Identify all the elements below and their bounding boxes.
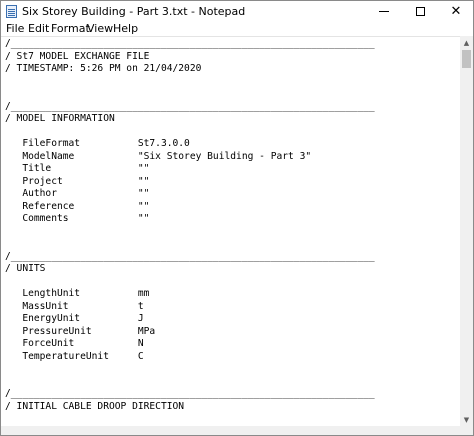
close-button[interactable]: ✕	[438, 1, 473, 22]
text-line	[5, 413, 457, 426]
title-bar[interactable]: Six Storey Building - Part 3.txt - Notep…	[1, 1, 473, 22]
text-line	[5, 88, 457, 101]
text-line: Project ""	[5, 175, 150, 187]
scroll-up-arrow-icon[interactable]: ▲	[460, 36, 473, 49]
close-icon: ✕	[450, 4, 462, 19]
text-line	[5, 126, 457, 139]
notepad-icon[interactable]	[6, 5, 17, 18]
text-line: / MODEL INFORMATION	[5, 113, 115, 124]
scroll-thumb[interactable]	[462, 50, 471, 68]
minimize-button[interactable]	[366, 1, 402, 22]
text-line: TemperatureUnit C	[5, 350, 144, 362]
text-line: Comments ""	[5, 213, 150, 224]
text-line	[5, 226, 457, 239]
text-line: / St7 MODEL EXCHANGE FILE	[5, 50, 150, 62]
text-line: / UNITS	[5, 263, 46, 274]
menu-edit[interactable]: Edit	[28, 22, 49, 35]
menu-bar: File Edit Format View Help	[1, 22, 473, 36]
text-line: Author ""	[5, 188, 150, 199]
maximize-button[interactable]	[402, 1, 438, 22]
menu-help[interactable]: Help	[113, 22, 138, 35]
text-line: PressureUnit MPa	[5, 325, 156, 337]
text-line: / INITIAL CABLE DROOP DIRECTION	[5, 400, 185, 412]
text-line: EnergyUnit J	[5, 313, 144, 324]
text-line: Reference ""	[5, 200, 150, 212]
window-title: Six Storey Building - Part 3.txt - Notep…	[22, 5, 246, 18]
menu-format[interactable]: Format	[51, 22, 90, 35]
text-line	[5, 76, 457, 89]
text-line	[5, 376, 457, 389]
text-line: MassUnit t	[5, 300, 144, 312]
text-line: FileFormat St7.3.0.0	[5, 138, 190, 149]
text-line: /_______________________________________…	[5, 38, 375, 49]
text-line: /_______________________________________…	[5, 250, 375, 262]
text-line	[5, 363, 457, 376]
notepad-window: Six Storey Building - Part 3.txt - Notep…	[0, 0, 474, 436]
document-text[interactable]: /_______________________________________…	[5, 38, 457, 426]
minimize-icon	[379, 11, 389, 12]
text-line: ModelName "Six Storey Building - Part 3"	[5, 150, 312, 162]
vertical-scrollbar[interactable]: ▲ ▼	[460, 36, 473, 426]
text-editor[interactable]: /_______________________________________…	[1, 36, 461, 426]
menu-view[interactable]: View	[87, 22, 113, 35]
bottom-edge	[1, 426, 473, 435]
text-line	[5, 238, 457, 251]
maximize-icon	[415, 7, 425, 16]
scroll-down-arrow-icon[interactable]: ▼	[460, 413, 473, 426]
text-line: / TIMESTAMP: 5:26 PM on 21/04/2020	[5, 63, 202, 74]
text-line: /_______________________________________…	[5, 388, 375, 399]
text-line: /_______________________________________…	[5, 100, 375, 112]
text-line: Title ""	[5, 163, 150, 174]
text-line	[5, 276, 457, 289]
menu-file[interactable]: File	[6, 22, 24, 35]
text-line: ForceUnit N	[5, 338, 144, 349]
text-line: LengthUnit mm	[5, 288, 150, 299]
